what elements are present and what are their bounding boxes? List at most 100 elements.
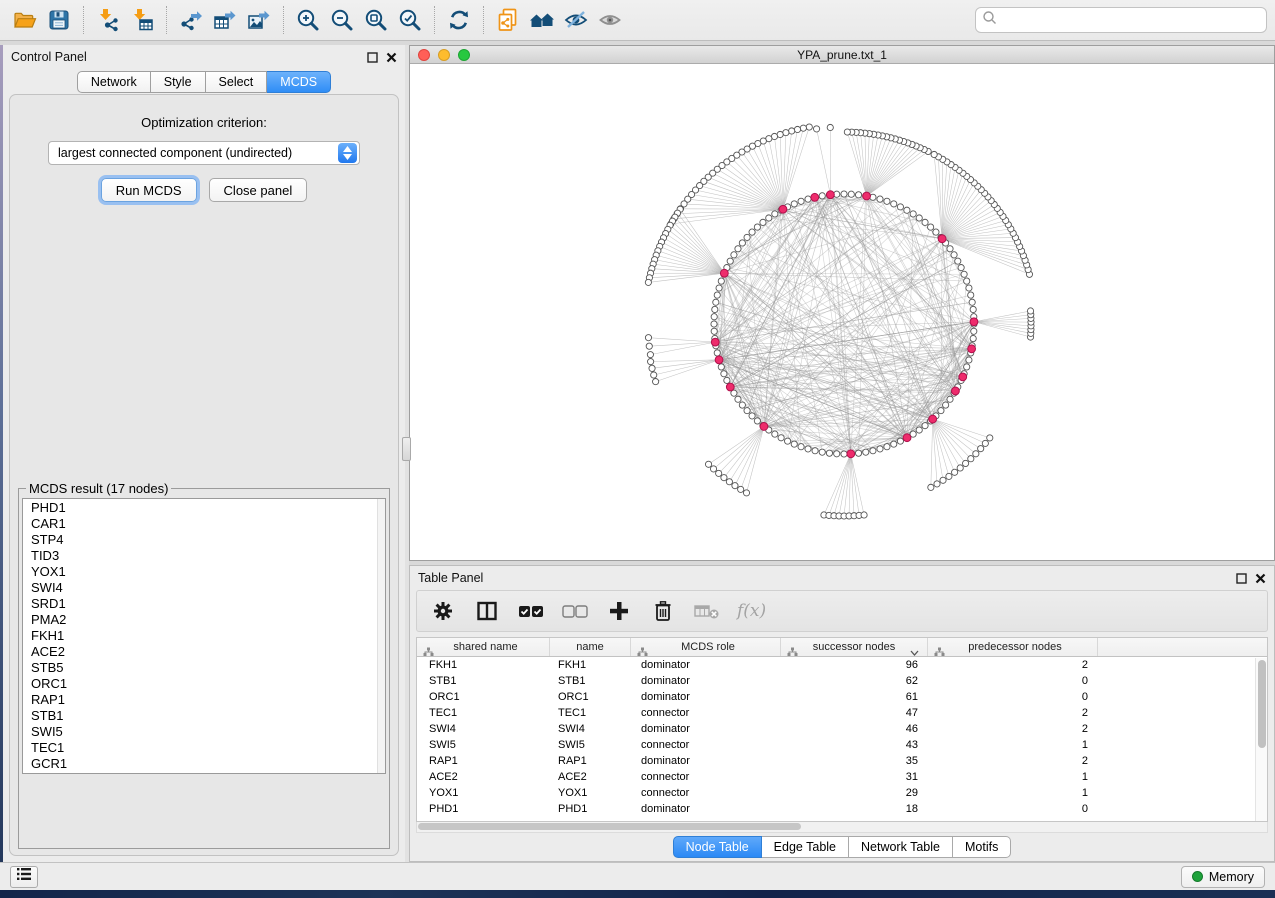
column-header-successor-nodes[interactable]: successor nodes	[781, 638, 928, 656]
optimization-criterion-dropdown[interactable]: largest connected component (undirected)	[48, 141, 360, 165]
zoom-out-button[interactable]	[325, 4, 359, 36]
select-all-rows-button[interactable]	[517, 597, 545, 625]
tab-mcds[interactable]: MCDS	[267, 71, 331, 93]
add-column-button[interactable]	[605, 597, 633, 625]
list-item[interactable]: RAP1	[31, 692, 377, 708]
cell: PHD1	[550, 801, 631, 817]
table-row[interactable]: STB1STB1dominator620	[417, 673, 1267, 689]
tab-motifs[interactable]: Motifs	[953, 836, 1011, 858]
list-item[interactable]: STB5	[31, 660, 377, 676]
list-item[interactable]: STB1	[31, 708, 377, 724]
search-field[interactable]	[975, 7, 1267, 33]
export-network-button[interactable]	[174, 4, 208, 36]
list-item[interactable]: CAR1	[31, 516, 377, 532]
cell: 29	[781, 785, 928, 801]
task-history-button[interactable]	[10, 866, 38, 888]
network-canvas[interactable]	[410, 64, 1274, 560]
table-row[interactable]: SWI4SWI4dominator462	[417, 721, 1267, 737]
tab-edge-table[interactable]: Edge Table	[762, 836, 849, 858]
show-columns-button[interactable]	[473, 597, 501, 625]
column-label: successor nodes	[813, 641, 896, 653]
table-row[interactable]: SWI5SWI5connector431	[417, 737, 1267, 753]
horizontal-scrollbar[interactable]	[416, 822, 1268, 833]
column-header-shared-name[interactable]: shared name	[417, 638, 550, 656]
home-networks-button[interactable]	[525, 4, 559, 36]
network-window-titlebar[interactable]: YPA_prune.txt_1	[410, 46, 1274, 64]
hide-selected-button[interactable]	[559, 4, 593, 36]
table-row[interactable]: YOX1YOX1connector291	[417, 785, 1267, 801]
table-row[interactable]: ACE2ACE2connector311	[417, 769, 1267, 785]
refresh-icon	[446, 7, 472, 33]
mcds-panel: Optimization criterion: largest connecte…	[9, 94, 399, 856]
cell: STB1	[550, 673, 631, 689]
list-item[interactable]: FKH1	[31, 628, 377, 644]
list-item[interactable]: YOX1	[31, 564, 377, 580]
table-row[interactable]: PHD1PHD1dominator180	[417, 801, 1267, 817]
network-graph[interactable]	[410, 64, 1274, 560]
column-header-MCDS-role[interactable]: MCDS role	[631, 638, 781, 656]
table-panel: Table Panel f(x) s	[409, 565, 1275, 862]
deselect-all-rows-button[interactable]	[561, 597, 589, 625]
table-row[interactable]: RAP1RAP1dominator352	[417, 753, 1267, 769]
column-header-predecessor-nodes[interactable]: predecessor nodes	[928, 638, 1098, 656]
list-item[interactable]: STP4	[31, 532, 377, 548]
column-header-name[interactable]: name	[550, 638, 631, 656]
list-item[interactable]: ORC1	[31, 676, 377, 692]
run-mcds-button[interactable]: Run MCDS	[101, 178, 197, 202]
memory-button[interactable]: Memory	[1181, 866, 1265, 888]
list-item[interactable]: PMA2	[31, 612, 377, 628]
clone-network-button[interactable]	[491, 4, 525, 36]
list-item[interactable]: PHD1	[31, 500, 377, 516]
trash-icon	[653, 600, 673, 622]
export-image-button[interactable]	[242, 4, 276, 36]
zoom-fit-button[interactable]	[359, 4, 393, 36]
list-item[interactable]: GCR1	[31, 756, 377, 772]
float-panel-icon[interactable]	[1236, 573, 1247, 584]
vertical-scrollbar[interactable]	[1255, 658, 1267, 821]
refresh-button[interactable]	[442, 4, 476, 36]
table-row[interactable]: FKH1FKH1dominator962	[417, 657, 1267, 673]
delete-column-button[interactable]	[649, 597, 677, 625]
import-network-button[interactable]	[91, 4, 125, 36]
list-item[interactable]: SWI5	[31, 724, 377, 740]
show-all-button[interactable]	[593, 4, 627, 36]
close-panel-icon[interactable]	[1255, 573, 1266, 584]
scrollbar-thumb[interactable]	[1258, 660, 1266, 748]
tab-style[interactable]: Style	[151, 71, 206, 93]
mcds-result-list[interactable]: PHD1CAR1STP4TID3YOX1SWI4SRD1PMA2FKH1ACE2…	[22, 498, 386, 774]
toolbar-separator	[283, 6, 284, 34]
zoom-selected-button[interactable]	[393, 4, 427, 36]
panel-splitter[interactable]	[405, 45, 409, 862]
dropdown-selected-value: largest connected component (undirected)	[49, 146, 338, 160]
list-item[interactable]: ACE2	[31, 644, 377, 660]
tab-node-table[interactable]: Node Table	[673, 836, 762, 858]
search-input[interactable]	[998, 13, 1260, 27]
tab-network[interactable]: Network	[77, 71, 151, 93]
scrollbar-thumb[interactable]	[418, 823, 801, 830]
table-row[interactable]: ORC1ORC1dominator610	[417, 689, 1267, 705]
table-settings-button[interactable]	[429, 597, 457, 625]
list-item[interactable]: SRD1	[31, 596, 377, 612]
control-panel-header: Control Panel	[3, 45, 405, 67]
list-scrollbar-track[interactable]	[377, 499, 385, 773]
import-table-button[interactable]	[125, 4, 159, 36]
close-panel-icon[interactable]	[386, 52, 397, 63]
column-label: name	[576, 641, 604, 653]
float-panel-icon[interactable]	[367, 52, 378, 63]
table-row[interactable]: TEC1TEC1connector472	[417, 705, 1267, 721]
open-file-button[interactable]	[8, 4, 42, 36]
column-label: predecessor nodes	[968, 641, 1062, 653]
list-item[interactable]: TEC1	[31, 740, 377, 756]
cell: 35	[781, 753, 928, 769]
list-item[interactable]: SWI4	[31, 580, 377, 596]
tab-select[interactable]: Select	[206, 71, 268, 93]
save-session-button[interactable]	[42, 4, 76, 36]
cell: TEC1	[550, 705, 631, 721]
export-table-button[interactable]	[208, 4, 242, 36]
cell: SWI5	[417, 737, 550, 753]
splitter-handle-icon[interactable]	[402, 437, 411, 461]
tab-network-table[interactable]: Network Table	[849, 836, 953, 858]
close-panel-button[interactable]: Close panel	[209, 178, 308, 202]
list-item[interactable]: TID3	[31, 548, 377, 564]
zoom-in-button[interactable]	[291, 4, 325, 36]
